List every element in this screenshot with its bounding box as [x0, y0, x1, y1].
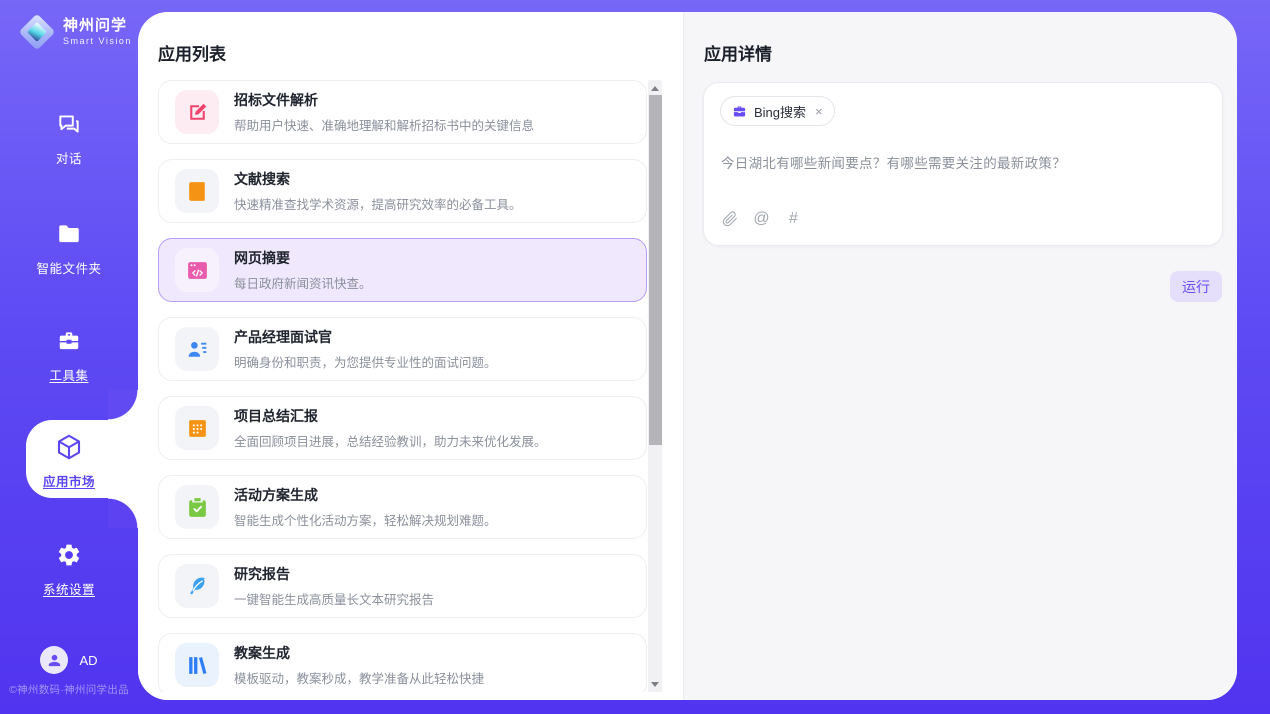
book-icon	[175, 169, 219, 213]
paperclip-icon[interactable]	[721, 210, 738, 227]
app-card-desc: 一键智能生成高质量长文本研究报告	[234, 589, 434, 608]
sidebar-item-label: 智能文件夹	[0, 258, 138, 277]
app-card-title: 产品经理面试官	[234, 327, 497, 347]
scroll-up-arrow[interactable]	[648, 81, 662, 95]
books-icon	[175, 643, 219, 687]
mention-icon[interactable]: @	[753, 210, 770, 227]
research-icon	[175, 564, 219, 608]
run-button[interactable]: 运行	[1170, 271, 1222, 302]
sidebar-item-chat[interactable]: 对话	[0, 111, 138, 167]
app-detail-card: Bing搜索 × 今日湖北有哪些新闻要点？有哪些需要关注的最新政策？ @ #	[703, 82, 1223, 246]
app-card-desc: 全面回顾项目进展，总结经验教训，助力未来优化发展。	[234, 431, 547, 450]
gear-icon	[56, 542, 82, 568]
app-card-title: 活动方案生成	[234, 485, 497, 505]
sidebar-item-folder[interactable]: 智能文件夹	[0, 221, 138, 277]
app-list-title: 应用列表	[158, 40, 226, 65]
content-sheet: 应用列表 招标文件解析 帮助用户快速、准确地理解和解析招标书中的关键信息 文献搜…	[138, 12, 1237, 700]
user-name: AD	[79, 653, 97, 668]
app-card-title: 招标文件解析	[234, 90, 534, 110]
app-detail-panel: 应用详情 Bing搜索 × 今日湖北有哪些新闻要点？有哪些需要关注的最新政策？ …	[683, 12, 1237, 700]
scrollbar[interactable]	[648, 80, 662, 692]
app-card-title: 文献搜索	[234, 169, 522, 189]
interviewer-icon	[175, 327, 219, 371]
brand-diamond-icon	[18, 13, 56, 51]
sidebar-item-toolbox[interactable]: 工具集	[0, 328, 138, 384]
app-list-panel: 应用列表 招标文件解析 帮助用户快速、准确地理解和解析招标书中的关键信息 文献搜…	[138, 12, 683, 700]
tool-chip-label: Bing搜索	[754, 102, 806, 121]
sidebar: 神州问学 Smart Vision 对话 智能文件夹 工具集 应用市场 系统设置	[0, 0, 138, 714]
sidebar-item-label: 工具集	[0, 365, 138, 384]
user-row[interactable]: AD	[0, 646, 138, 674]
brand-subtitle: Smart Vision	[63, 37, 132, 46]
toolbox-icon	[56, 328, 82, 354]
app-card-5[interactable]: 项目总结汇报 全面回顾项目进展，总结经验教训，助力未来优化发展。	[158, 396, 647, 460]
folder-icon	[56, 221, 82, 247]
app-card-desc: 明确身份和职责，为您提供专业性的面试问题。	[234, 352, 497, 371]
hash-icon[interactable]: #	[785, 210, 802, 227]
app-list: 招标文件解析 帮助用户快速、准确地理解和解析招标书中的关键信息 文献搜索 快速精…	[158, 80, 647, 692]
query-input[interactable]: 今日湖北有哪些新闻要点？有哪些需要关注的最新政策？	[721, 152, 1205, 172]
app-card-title: 项目总结汇报	[234, 406, 547, 426]
app-detail-title: 应用详情	[704, 40, 772, 65]
clipboard-check-icon	[175, 485, 219, 529]
sidebar-item-label: 系统设置	[0, 579, 138, 598]
browser-code-icon	[175, 248, 219, 292]
app-card-8[interactable]: 教案生成 模板驱动，教案秒成，教学准备从此轻松快捷	[158, 633, 647, 692]
app-card-title: 教案生成	[234, 643, 484, 663]
app-card-1[interactable]: 招标文件解析 帮助用户快速、准确地理解和解析招标书中的关键信息	[158, 80, 647, 144]
person-icon	[46, 652, 63, 669]
brand-name: 神州问学	[63, 18, 132, 34]
briefcase-icon	[732, 104, 747, 119]
app-card-2[interactable]: 文献搜索 快速精准查找学术资源，提高研究效率的必备工具。	[158, 159, 647, 223]
chat-icon	[56, 111, 82, 137]
avatar	[40, 646, 68, 674]
app-card-title: 研究报告	[234, 564, 434, 584]
app-card-desc: 帮助用户快速、准确地理解和解析招标书中的关键信息	[234, 115, 534, 134]
tool-chip-bing-search[interactable]: Bing搜索 ×	[720, 96, 835, 126]
app-card-desc: 模板驱动，教案秒成，教学准备从此轻松快捷	[234, 668, 484, 687]
chip-close-icon[interactable]: ×	[815, 105, 823, 118]
app-card-title: 网页摘要	[234, 248, 372, 268]
app-card-desc: 快速精准查找学术资源，提高研究效率的必备工具。	[234, 194, 522, 213]
sidebar-item-label: 对话	[0, 148, 138, 167]
app-card-3[interactable]: 网页摘要 每日政府新闻资讯快查。	[158, 238, 647, 302]
scroll-down-arrow[interactable]	[648, 677, 662, 691]
app-card-desc: 智能生成个性化活动方案，轻松解决规划难题。	[234, 510, 497, 529]
brand-logo: 神州问学 Smart Vision	[18, 13, 132, 51]
sidebar-item-cube[interactable]: 应用市场	[0, 412, 138, 506]
note-icon	[175, 406, 219, 450]
sidebar-item-label: 应用市场	[0, 471, 138, 490]
app-card-4[interactable]: 产品经理面试官 明确身份和职责，为您提供专业性的面试问题。	[158, 317, 647, 381]
app-card-7[interactable]: 研究报告 一键智能生成高质量长文本研究报告	[158, 554, 647, 618]
app-card-desc: 每日政府新闻资讯快查。	[234, 273, 372, 292]
cube-icon	[54, 432, 84, 462]
app-window: 神州问学 Smart Vision 对话 智能文件夹 工具集 应用市场 系统设置	[0, 0, 1270, 714]
app-card-6[interactable]: 活动方案生成 智能生成个性化活动方案，轻松解决规划难题。	[158, 475, 647, 539]
sidebar-item-gear[interactable]: 系统设置	[0, 542, 138, 598]
scrollbar-thumb[interactable]	[649, 95, 662, 445]
copyright: ©神州数码·神州问学出品	[0, 682, 138, 697]
edit-doc-icon	[175, 90, 219, 134]
